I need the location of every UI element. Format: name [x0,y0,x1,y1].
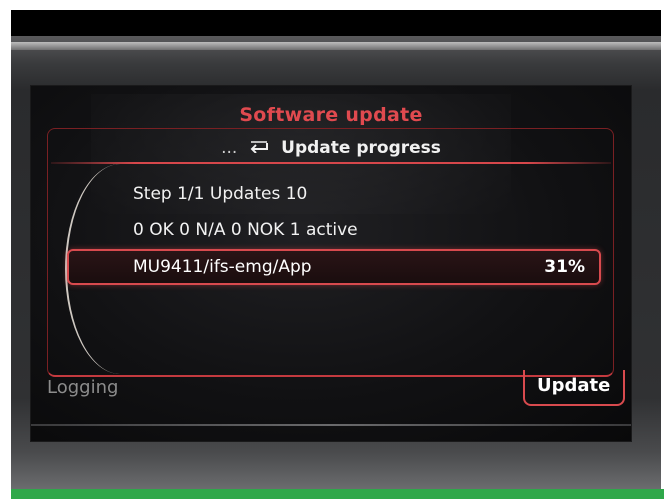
update-softkey[interactable]: Update [523,370,625,406]
step-count-text: Step 1/1 Updates 10 [133,184,308,204]
active-update-row[interactable]: MU9411/ifs-emg/App 31% [67,249,601,285]
bottom-green-strip [11,489,664,499]
screen-bottom-divider [31,424,631,426]
page-title: Software update [239,104,423,126]
update-status-text: 0 OK 0 N/A 0 NOK 1 active [133,220,358,240]
breadcrumb-label: Update progress [281,138,441,158]
mmi-screen: Software update ... Update progress Step… [30,85,632,442]
bezel-highlight [11,42,661,50]
top-black-bar [11,10,661,36]
breadcrumb[interactable]: ... Update progress [31,138,631,158]
update-softkey-label: Update [537,375,611,396]
breadcrumb-ellipsis: ... [221,138,238,158]
update-progress-percent: 31% [544,257,585,277]
update-item-name: MU9411/ifs-emg/App [133,257,312,277]
logging-softkey[interactable]: Logging [47,377,118,398]
back-arrow-icon [249,138,269,158]
